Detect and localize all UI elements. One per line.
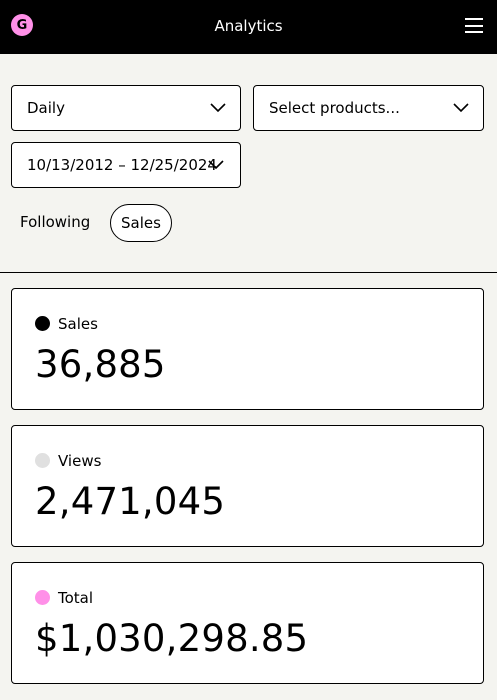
page-title: Analytics — [214, 17, 283, 35]
sales-label: Sales — [58, 315, 98, 333]
period-select[interactable]: Daily — [11, 85, 241, 131]
chevron-down-icon — [453, 103, 469, 113]
views-value: 2,471,045 — [35, 480, 226, 523]
total-label: Total — [58, 589, 94, 607]
top-bar: G Analytics — [0, 0, 497, 54]
views-dot-icon — [35, 453, 50, 468]
products-select[interactable]: Select products... — [253, 85, 484, 131]
chevron-down-icon — [210, 103, 226, 113]
total-value: $1,030,298.85 — [35, 617, 309, 660]
total-card: Total $1,030,298.85 — [11, 562, 484, 684]
date-range-select[interactable]: 10/13/2012 – 12/25/2024 — [11, 142, 241, 188]
tab-following[interactable]: Following — [20, 213, 90, 231]
date-range-value: 10/13/2012 – 12/25/2024 — [27, 156, 217, 174]
sales-value: 36,885 — [35, 343, 166, 386]
sales-card: Sales 36,885 — [11, 288, 484, 410]
hamburger-menu-icon[interactable] — [465, 18, 483, 33]
divider — [0, 272, 497, 273]
views-card: Views 2,471,045 — [11, 425, 484, 547]
period-select-value: Daily — [27, 99, 65, 117]
tab-sales[interactable]: Sales — [110, 204, 172, 242]
tab-sales-label: Sales — [121, 214, 161, 232]
chevron-down-icon — [208, 160, 224, 170]
views-label: Views — [58, 452, 102, 470]
sales-dot-icon — [35, 316, 50, 331]
total-dot-icon — [35, 590, 50, 605]
products-select-value: Select products... — [269, 99, 400, 117]
